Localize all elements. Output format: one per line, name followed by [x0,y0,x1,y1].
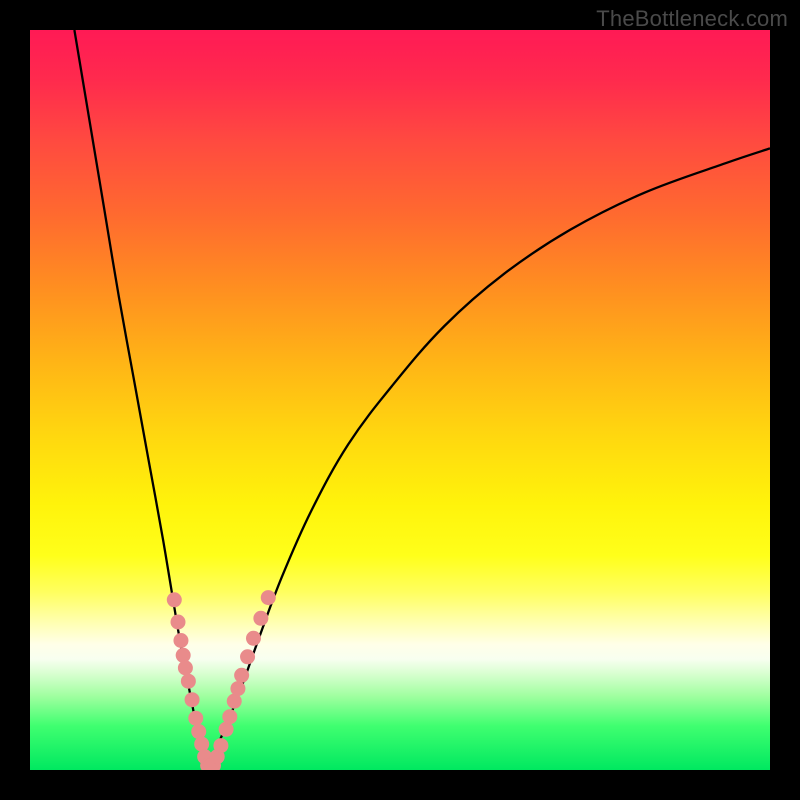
pink-dot [213,738,228,753]
pink-dot [167,592,182,607]
pink-dot [246,631,261,646]
plot-area [30,30,770,770]
watermark-text: TheBottleneck.com [596,6,788,32]
pink-dot [176,648,191,663]
pink-dot [178,660,193,675]
pink-dot [261,590,276,605]
curves-svg [30,30,770,770]
pink-dot [171,615,186,630]
right-curve [208,148,770,770]
chart-frame: TheBottleneck.com [0,0,800,800]
pink-dot [185,692,200,707]
pink-dot [234,668,249,683]
pink-dot [240,649,255,664]
pink-dot [222,709,237,724]
pink-dots-group [167,590,276,770]
pink-dot [181,674,196,689]
pink-dot [253,611,268,626]
pink-dot [188,711,203,726]
pink-dot [191,724,206,739]
pink-dot [173,633,188,648]
pink-dot [194,737,209,752]
pink-dot [230,681,245,696]
